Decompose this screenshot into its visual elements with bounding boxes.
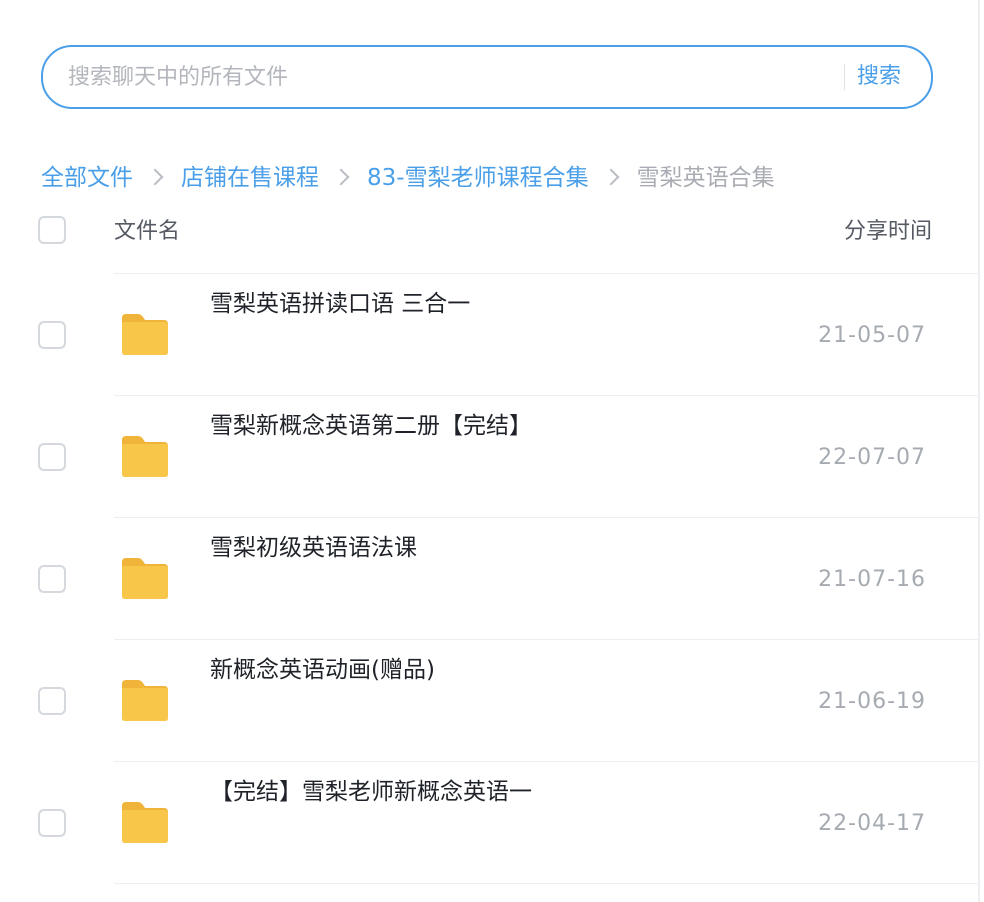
folder-icon <box>122 802 168 843</box>
file-name[interactable]: 新概念英语动画(赠品) <box>210 654 435 686</box>
row-checkbox[interactable] <box>38 321 66 349</box>
row-checkbox[interactable] <box>38 687 66 715</box>
row-divider <box>114 883 980 884</box>
breadcrumb-item-all-files[interactable]: 全部文件 <box>41 158 133 192</box>
row-checkbox[interactable] <box>38 443 66 471</box>
share-date: 21-06-19 <box>818 689 926 714</box>
select-all-checkbox[interactable] <box>38 216 66 244</box>
folder-icon <box>122 680 168 721</box>
table-row[interactable]: 新概念英语动画(赠品) 21-06-19 <box>0 640 978 762</box>
table-row[interactable]: 雪梨英语拼读口语 三合一 21-05-07 <box>0 274 978 396</box>
folder-icon <box>122 314 168 355</box>
share-date: 22-07-07 <box>818 445 926 470</box>
file-name[interactable]: 【完结】雪梨老师新概念英语一 <box>210 776 532 808</box>
folder-icon <box>122 558 168 599</box>
folder-icon <box>122 436 168 477</box>
breadcrumb-item-shop-courses[interactable]: 店铺在售课程 <box>181 158 319 192</box>
table-row[interactable]: 雪梨新概念英语第二册【完结】 22-07-07 <box>0 396 978 518</box>
search-input[interactable] <box>68 47 828 107</box>
scrollbar-track <box>978 0 980 902</box>
search-divider <box>844 64 845 90</box>
search-button[interactable]: 搜索 <box>857 47 907 107</box>
table-row[interactable]: 【完结】雪梨老师新概念英语一 22-04-17 <box>0 762 978 884</box>
file-name[interactable]: 雪梨新概念英语第二册【完结】 <box>210 410 532 442</box>
chevron-right-icon <box>602 168 620 186</box>
file-browser-page: 搜索 全部文件 店铺在售课程 83-雪梨老师课程合集 雪梨英语合集 文件名 分享… <box>0 0 984 902</box>
table-row[interactable]: 雪梨初级英语语法课 21-07-16 <box>0 518 978 640</box>
column-header-share-time[interactable]: 分享时间 <box>844 216 932 248</box>
chevron-right-icon <box>146 168 164 186</box>
column-header-name[interactable]: 文件名 <box>114 216 180 248</box>
breadcrumb-item-current: 雪梨英语合集 <box>636 165 775 191</box>
breadcrumb: 全部文件 店铺在售课程 83-雪梨老师课程合集 雪梨英语合集 <box>41 156 775 194</box>
search-bar: 搜索 <box>41 45 933 109</box>
row-checkbox[interactable] <box>38 809 66 837</box>
share-date: 22-04-17 <box>818 811 926 836</box>
file-name[interactable]: 雪梨英语拼读口语 三合一 <box>210 288 470 320</box>
file-name[interactable]: 雪梨初级英语语法课 <box>210 532 417 564</box>
chevron-right-icon <box>332 168 350 186</box>
row-checkbox[interactable] <box>38 565 66 593</box>
breadcrumb-item-course-collection[interactable]: 83-雪梨老师课程合集 <box>367 158 589 192</box>
share-date: 21-07-16 <box>818 567 926 592</box>
share-date: 21-05-07 <box>818 323 926 348</box>
